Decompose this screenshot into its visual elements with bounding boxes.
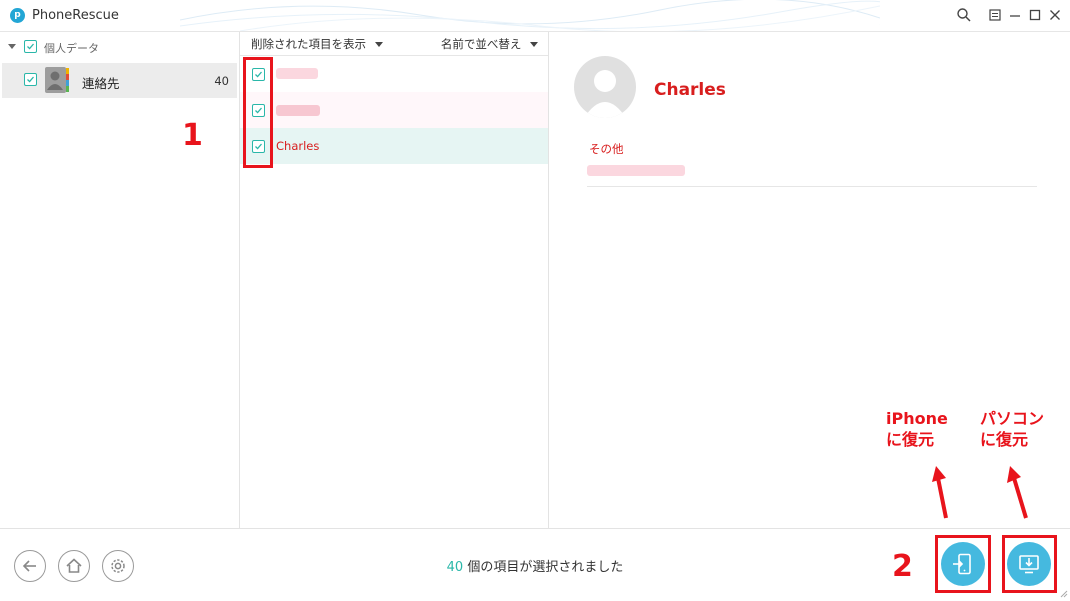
section-label-other: その他 — [589, 142, 624, 156]
to-computer-icon — [1019, 555, 1039, 574]
divider — [587, 186, 1037, 187]
arrow-up-icon — [932, 466, 948, 519]
redacted-name — [276, 105, 320, 116]
restore-to-device-button[interactable] — [941, 542, 985, 586]
sort-by-name-dropdown[interactable]: 名前で並べ替え — [441, 36, 538, 52]
redacted-field-value — [587, 165, 685, 176]
annotation-line: パソコン — [980, 409, 1045, 428]
list-item[interactable] — [240, 56, 548, 92]
contacts-checkbox[interactable] — [24, 73, 37, 86]
search-icon[interactable] — [956, 7, 972, 23]
restore-to-computer-button[interactable] — [1007, 542, 1051, 586]
annotation-step-2: 2 — [892, 549, 913, 584]
list-item[interactable] — [240, 92, 548, 128]
chevron-down-icon — [374, 42, 383, 47]
category-checkbox[interactable] — [24, 40, 37, 53]
annotation-restore-iphone: iPhone に復元 — [886, 408, 948, 450]
selected-count: 40 — [446, 560, 464, 575]
list-item-selected[interactable]: Charles — [240, 128, 548, 164]
contact-name: Charles — [654, 80, 726, 100]
sidebar-item-label: 連絡先 — [82, 76, 120, 91]
annotation-step-1: 1 — [182, 118, 203, 153]
annotation-line: iPhone — [886, 409, 948, 428]
resize-grip-icon[interactable] — [1060, 590, 1068, 598]
sidebar-item-contacts[interactable]: 連絡先 40 — [2, 63, 237, 98]
contact-avatar — [574, 56, 636, 118]
maximize-icon[interactable] — [1027, 7, 1043, 23]
menu-icon[interactable] — [987, 7, 1003, 23]
selected-text: 個の項目が選択されました — [463, 560, 624, 575]
app-title: PhoneRescue — [32, 8, 119, 23]
title-wave-decoration — [180, 0, 880, 31]
person-icon — [584, 70, 626, 118]
detail-panel: Charles その他 — [549, 32, 1070, 528]
annotation-line: に復元 — [886, 430, 935, 449]
annotation-checkbox-highlight — [243, 57, 273, 168]
sidebar-item-count: 40 — [214, 74, 229, 88]
close-icon[interactable] — [1047, 7, 1063, 23]
sort-label: 名前で並べ替え — [440, 37, 522, 51]
show-deleted-label: 削除された項目を表示 — [251, 37, 366, 51]
footer-bar: 40 個の項目が選択されました 2 — [0, 528, 1070, 601]
app-logo: p — [10, 8, 25, 23]
annotation-line: に復元 — [980, 430, 1029, 449]
to-device-icon — [953, 553, 971, 575]
annotation-restore-pc: パソコン に復元 — [980, 408, 1044, 450]
chevron-down-icon[interactable] — [8, 44, 16, 49]
category-sidebar: 個人データ 連絡先 40 — [0, 32, 240, 528]
contacts-book-icon — [45, 67, 69, 93]
redacted-name — [276, 68, 318, 79]
arrow-up-icon — [1007, 466, 1028, 519]
chevron-down-icon — [530, 42, 538, 47]
category-label: 個人データ — [44, 42, 99, 55]
list-header: 削除された項目を表示 名前で並べ替え — [240, 32, 548, 56]
show-deleted-dropdown[interactable]: 削除された項目を表示 — [251, 36, 383, 52]
item-name: Charles — [276, 139, 320, 153]
minimize-icon[interactable] — [1007, 7, 1023, 23]
title-bar: p PhoneRescue — [0, 0, 1070, 32]
item-list-panel: 削除された項目を表示 名前で並べ替え Charles — [240, 32, 549, 528]
